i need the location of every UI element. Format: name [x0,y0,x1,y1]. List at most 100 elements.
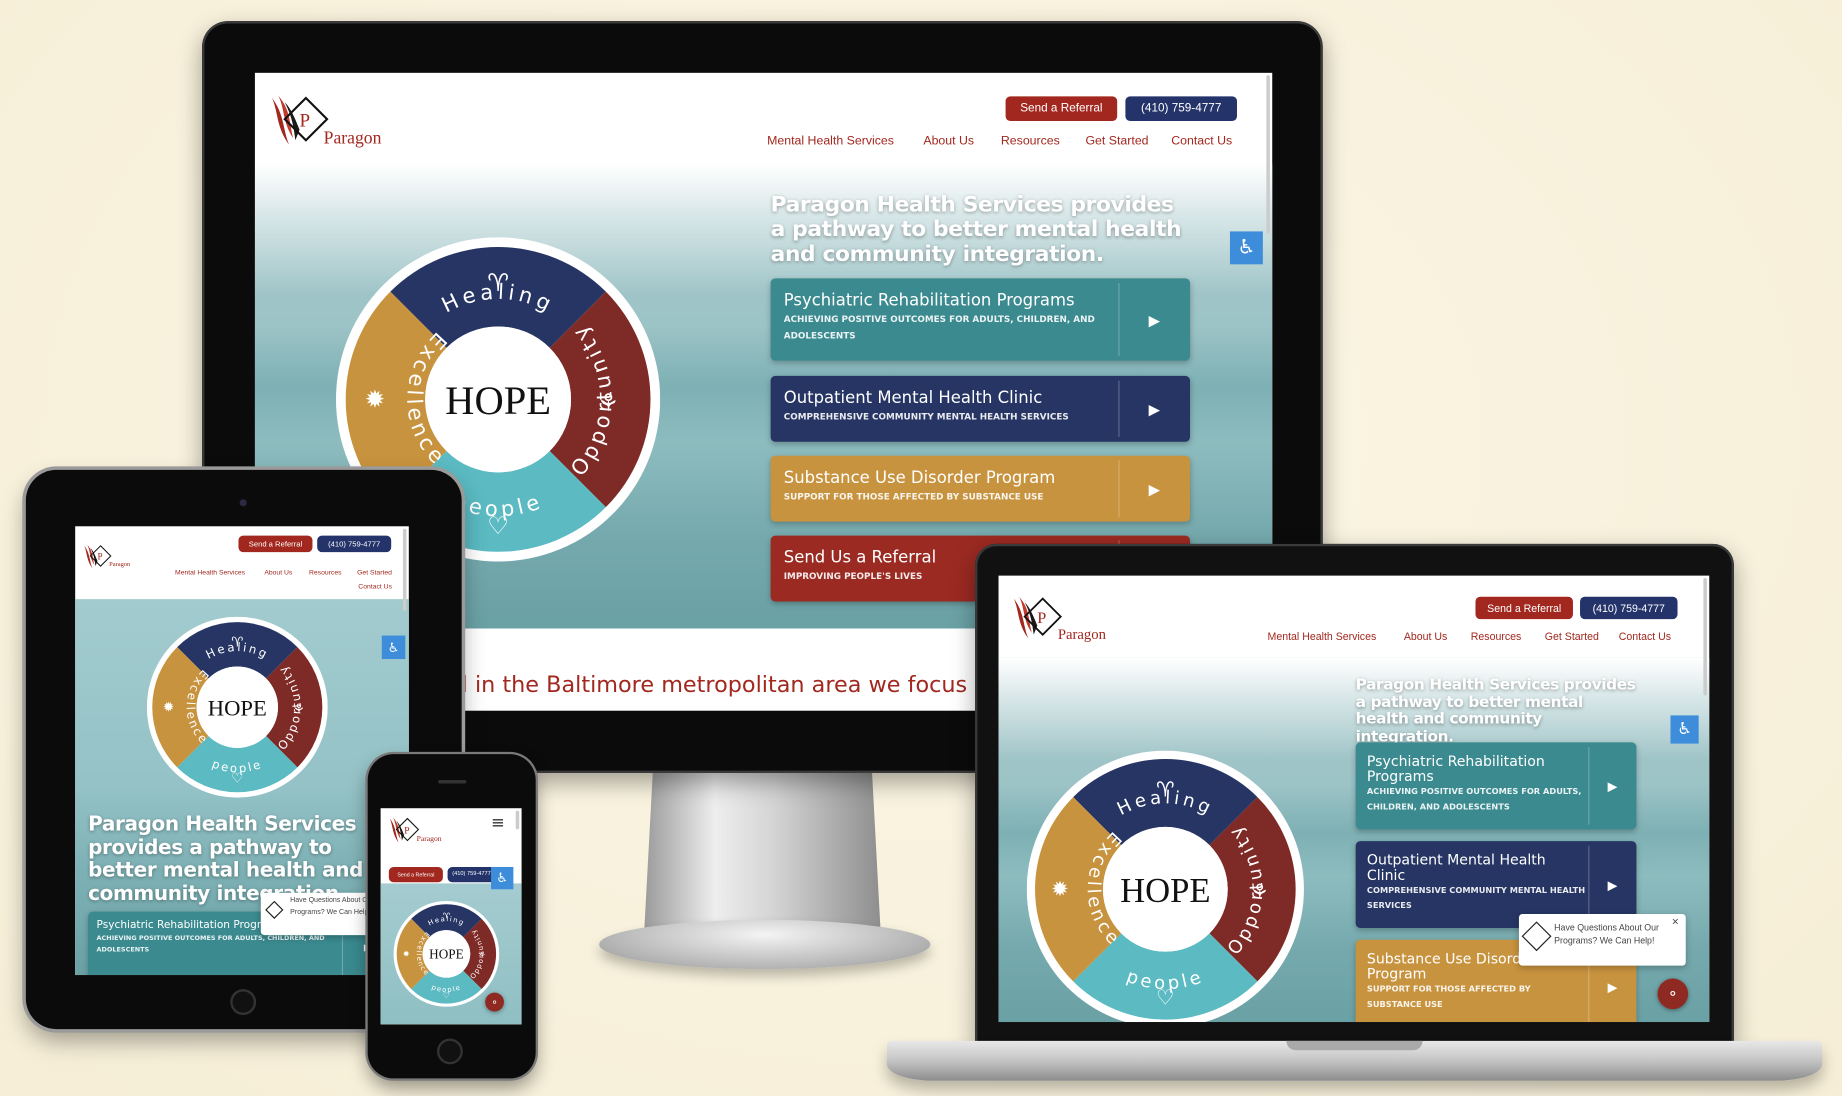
logo-letter: P [98,552,103,562]
paragon-logo[interactable]: P Paragon [268,92,397,158]
nav-mental-health-services[interactable]: Mental Health Services [767,134,894,148]
card-subtitle: Comprehensive community mental health se… [783,411,1069,422]
hope-wheel: Healing ♈ Opportunity ⚘ people ♡ Excellence ✹ HO… [393,901,500,1007]
play-arrow-icon[interactable]: ▶ [1589,742,1637,829]
wheel-center-label: HOPE [429,947,463,962]
hands-icon: ♈ [231,635,243,651]
chat-button[interactable]: ⚬ [1657,978,1689,1010]
accessibility-button[interactable]: ♿ [381,635,406,660]
hands-icon: ♈ [1156,777,1175,801]
intro-text: l in the Baltimore metropolitan area we … [461,671,968,698]
heart-hands-icon: ♡ [1156,985,1175,1009]
card-subtitle: Comprehensive community mental health se… [1366,885,1586,911]
heart-hands-icon: ♡ [231,770,243,786]
card-title: Psychiatric Rehabilitation Programs [783,291,1075,311]
chat-message: Have Questions About Our Programs? We Ca… [290,897,375,916]
badge-star-icon: ✹ [365,385,385,414]
nav-resources[interactable]: Resources [1471,631,1522,643]
nav-mental-health-services[interactable]: Mental Health Services [1268,631,1377,643]
paragon-logo[interactable]: P Paragon [1010,593,1116,649]
hope-wheel: Healing ♈ Opportunity ⚘ people ♡ Excellence ✹ HO… [146,616,328,798]
nav-contact-us[interactable]: Contact Us [358,584,392,591]
home-button[interactable] [230,989,257,1015]
scrollbar[interactable] [1703,577,1707,696]
play-arrow-icon[interactable]: ▶ [1119,278,1190,360]
card-title: Substance Use Disorder Program [783,468,1056,488]
send-referral-button[interactable]: Send a Referral [388,866,443,883]
accessibility-button[interactable]: ♿ [491,866,514,890]
program-card-0[interactable]: Psychiatric Rehabilitation Programs Achi… [770,278,1191,361]
play-arrow-icon[interactable]: ▶ [1119,456,1190,522]
paragon-logo[interactable]: P Paragon [82,543,141,574]
card-title: Outpatient Mental Health Clinic [1366,851,1546,884]
logo-mark-icon: P [84,544,112,569]
chat-message: Have Questions About Our Programs? We Ca… [1554,922,1659,946]
phone-screen: P Paragon ≡ Send a Referral (410) 759-477… [380,808,522,1025]
play-arrow-icon[interactable]: ▶ [1119,376,1190,442]
brand-name: Paragon [109,561,131,569]
hope-wheel: Healing ♈ Opportunity ⚘ people ♡ Excellence ✹ HO… [1026,750,1304,1023]
chat-button[interactable]: ⚬ [485,992,504,1012]
menu-icon[interactable]: ≡ [491,814,505,833]
speaker [438,780,467,784]
badge-star-icon: ✹ [1051,877,1068,901]
chat-popup[interactable]: Have Questions About Our Programs? We Ca… [1518,913,1686,966]
chat-logo-icon [265,900,284,919]
hero-section: Healing ♈ Opportunity ⚘ people ♡ Excellence ✹ HO… [998,657,1710,1023]
camera [239,499,247,507]
heart-hands-icon: ♡ [443,991,450,1000]
nav-mental-health-services[interactable]: Mental Health Services [175,570,245,577]
phone-button[interactable]: (410) 759-4777 [317,535,392,553]
chat-close-button[interactable]: × [1672,916,1679,929]
card-subtitle: Achieving positive outcomes for adults, … [783,313,1095,341]
paragon-logo[interactable]: P Paragon [388,815,447,850]
nav-get-started[interactable]: Get Started [357,570,392,577]
send-referral-button[interactable]: Send a Referral [238,535,313,553]
badge-star-icon: ✹ [403,950,410,959]
scrollbar[interactable] [1266,75,1270,234]
chat-logo-icon [1521,921,1552,952]
program-card-0[interactable]: Psychiatric Rehabilitation Programs Achi… [1355,742,1637,830]
nav-about-us[interactable]: About Us [1404,631,1448,643]
card-subtitle: Support for those affected by substance … [1366,984,1531,1010]
nav-get-started[interactable]: Get Started [1085,134,1148,148]
nav-about-us[interactable]: About Us [264,570,292,577]
nav-contact-us[interactable]: Contact Us [1171,134,1232,148]
program-card-1[interactable]: Outpatient Mental Health Clinic Comprehe… [770,375,1191,442]
chat-popup[interactable]: Have Questions About Our Programs? We Ca… [260,892,379,936]
hand-plant-icon: ⚘ [293,702,305,718]
wheel-center-label: HOPE [1120,872,1210,910]
card-subtitle: Support for those affected by substance … [783,491,1044,502]
card-subtitle: Achieving positive outcomes for adults, … [96,935,325,955]
hand-plant-icon: ⚘ [479,951,486,960]
phone-button[interactable]: (410) 759-4777 [1125,96,1238,121]
monitor-stand [643,763,882,940]
logo-mark-icon: P [1013,596,1062,639]
laptop-screen: P Paragon Send a Referral (410) 759-4777 … [998,575,1710,1023]
send-referral-button[interactable]: Send a Referral [1475,596,1573,620]
nav-contact-us[interactable]: Contact Us [1619,631,1671,643]
nav-resources[interactable]: Resources [309,570,342,577]
scrollbar[interactable] [402,528,407,611]
hero-section: Healing ♈ Opportunity ⚘ people ♡ Excellence ✹ HO… [75,599,409,976]
hero-headline: Paragon Health Services provides a pathw… [1355,676,1636,746]
nav-resources[interactable]: Resources [1001,134,1060,148]
card-title: Outpatient Mental Health Clinic [783,388,1043,408]
hand-plant-icon: ⚘ [1250,880,1269,904]
hands-icon: ♈ [487,268,509,297]
home-button[interactable] [437,1038,463,1065]
program-card-2[interactable]: Substance Use Disorder Program Support f… [770,455,1191,522]
logo-mark-icon: P [272,95,329,145]
monitor-base [599,919,931,970]
nav-get-started[interactable]: Get Started [1545,631,1599,643]
logo-letter: P [404,825,410,836]
send-referral-button[interactable]: Send a Referral [1005,96,1118,121]
phone-button[interactable]: (410) 759-4777 [1580,596,1678,620]
brand-name: Paragon [416,835,442,844]
scrollbar[interactable] [515,810,520,830]
accessibility-button[interactable]: ♿ [1670,715,1699,744]
hands-icon: ♈ [443,911,450,920]
accessibility-button[interactable]: ♿ [1229,231,1263,265]
card-subtitle: Achieving positive outcomes for adults, … [1366,787,1582,813]
nav-about-us[interactable]: About Us [923,134,974,148]
